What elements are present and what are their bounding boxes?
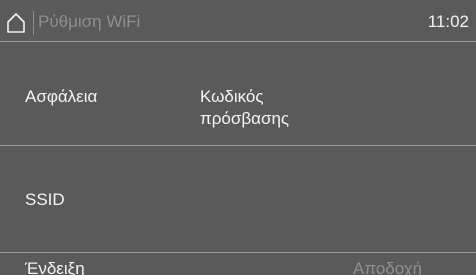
accept-button[interactable]: Αποδοχή (353, 258, 422, 275)
security-value: Κωδικός πρόσβασης (200, 87, 290, 128)
clock: 11:02 (427, 12, 469, 31)
wifi-settings-screen: Ρύθμιση WiFi 11:02 Ασφάλεια Κωδικός πρόσ… (0, 0, 476, 275)
header-divider (33, 11, 34, 35)
security-label: Ασφάλεια (25, 87, 98, 106)
footer-bar: Ένδειξη Αποδοχή (0, 253, 476, 275)
home-icon[interactable] (6, 12, 26, 34)
header-bar: Ρύθμιση WiFi 11:02 (0, 0, 476, 42)
ssid-label: SSID (25, 190, 65, 209)
security-row[interactable]: Ασφάλεια Κωδικός πρόσβασης (0, 42, 476, 146)
show-button[interactable]: Ένδειξη (25, 258, 85, 275)
ssid-row[interactable]: SSID (0, 146, 476, 253)
page-title: Ρύθμιση WiFi (38, 12, 141, 31)
